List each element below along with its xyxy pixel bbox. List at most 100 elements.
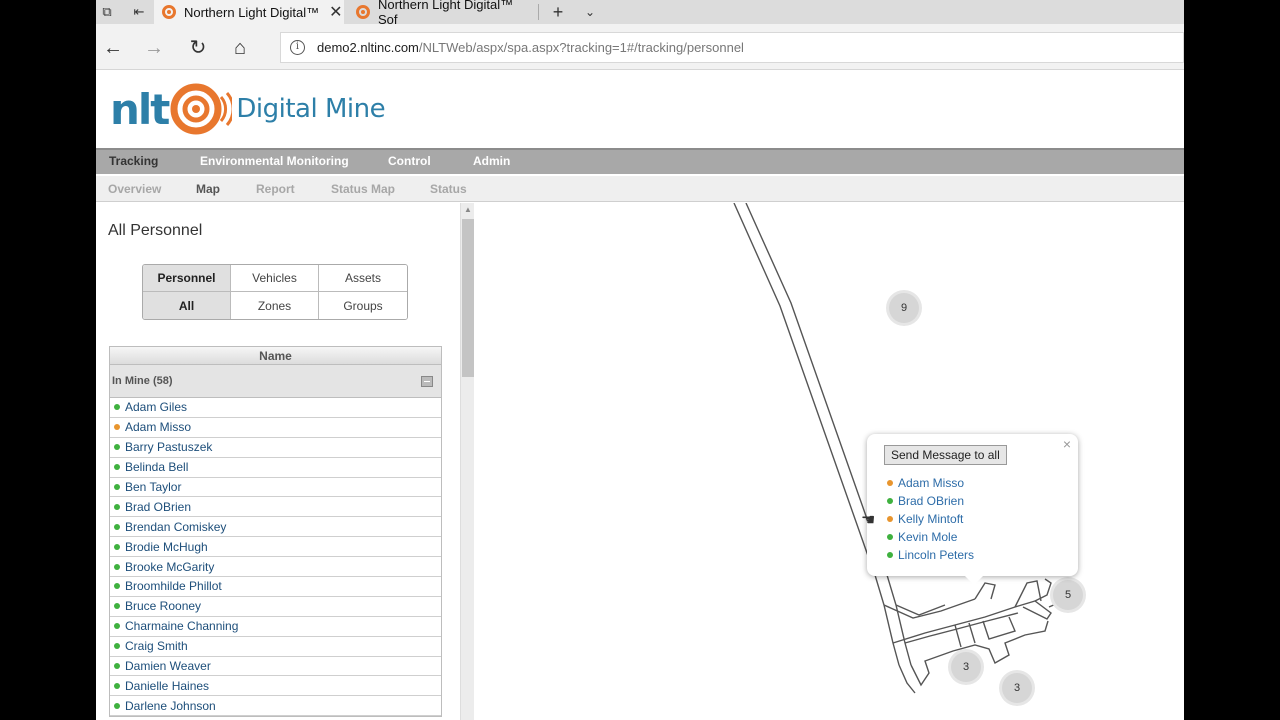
status-dot-icon [114, 464, 120, 471]
url-host: demo2.nltinc.com [317, 40, 419, 55]
person-row[interactable]: Darlene Johnson [110, 696, 441, 717]
status-dot-icon [114, 623, 120, 630]
person-name[interactable]: Brooke McGarity [125, 560, 214, 574]
column-header-name[interactable]: Name [110, 347, 441, 365]
person-row[interactable]: Craig Smith [110, 636, 441, 657]
status-dot-icon [114, 404, 120, 411]
person-name[interactable]: Damien Weaver [125, 659, 211, 673]
person-name[interactable]: Brodie McHugh [125, 540, 208, 554]
person-name[interactable]: Craig Smith [125, 639, 188, 653]
person-name[interactable]: Charmaine Channing [125, 619, 238, 633]
send-message-to-all-button[interactable]: Send Message to all [884, 445, 1007, 465]
map-cluster-marker[interactable]: 3 [951, 652, 981, 682]
address-bar[interactable]: i demo2.nltinc.com/NLTWeb/aspx/spa.aspx?… [280, 32, 1184, 63]
tab-actions-icon[interactable]: ⧉ [98, 3, 116, 21]
person-name[interactable]: Brad OBrien [125, 500, 191, 514]
map-cluster-marker[interactable]: 9 [889, 293, 919, 323]
status-dot-icon [887, 498, 893, 504]
person-row[interactable]: Bruce Rooney [110, 596, 441, 617]
back-icon[interactable]: ← [101, 36, 125, 60]
filter-segments: Personnel Vehicles Assets All Zones Grou… [142, 264, 408, 320]
popup-person-item[interactable]: Adam Misso [887, 474, 974, 492]
popup-person-item[interactable]: Kevin Mole [887, 528, 974, 546]
scroll-up-arrow-icon[interactable]: ▲ [461, 203, 475, 217]
mine-map[interactable]: 9 5 3 3 × Send Message to all Adam Misso… [475, 203, 1184, 720]
person-row[interactable]: Brodie McHugh [110, 537, 441, 558]
person-name[interactable]: Danielle Haines [125, 679, 209, 693]
subnav-map[interactable]: Map [196, 182, 220, 196]
person-row[interactable]: Adam Giles [110, 398, 441, 418]
person-name[interactable]: Adam Misso [125, 420, 191, 434]
popup-person-item[interactable]: Kelly Mintoft [887, 510, 974, 528]
tab-list-chevron-icon[interactable]: ⌄ [581, 3, 599, 21]
close-icon[interactable]: ✕ [329, 2, 342, 22]
person-row[interactable]: Brad OBrien [110, 497, 441, 518]
forward-icon[interactable]: → [142, 36, 166, 60]
popup-person-name[interactable]: Lincoln Peters [898, 548, 974, 562]
nlt-logo[interactable]: nlt Digital Mine [110, 81, 386, 137]
person-row[interactable]: Brendan Comiskey [110, 517, 441, 538]
scrollbar-thumb[interactable] [462, 219, 474, 377]
segment-vehicles[interactable]: Vehicles [231, 265, 319, 292]
person-row[interactable]: Brooke McGarity [110, 557, 441, 578]
tab-northern-light-2[interactable]: Northern Light Digital™ Sof [348, 0, 536, 27]
group-row-in-mine[interactable]: In Mine (58) [110, 365, 441, 398]
mainnav-control[interactable]: Control [388, 154, 431, 168]
segment-assets[interactable]: Assets [319, 265, 407, 292]
popup-person-item[interactable]: Brad OBrien [887, 492, 974, 510]
popup-person-name[interactable]: Brad OBrien [898, 494, 964, 508]
home-icon[interactable]: ⌂ [228, 36, 252, 60]
subnav-overview[interactable]: Overview [108, 182, 161, 196]
status-dot-icon [114, 682, 120, 689]
person-row[interactable]: Damien Weaver [110, 656, 441, 677]
person-row[interactable]: Barry Pastuszek [110, 437, 441, 458]
info-icon[interactable]: i [290, 40, 305, 55]
segment-groups[interactable]: Groups [319, 292, 407, 319]
panel-scrollbar[interactable]: ▲ [460, 203, 474, 720]
segment-all[interactable]: All [143, 292, 231, 319]
popup-person-item[interactable]: Lincoln Peters [887, 546, 974, 564]
person-name[interactable]: Brendan Comiskey [125, 520, 226, 534]
nlt-favicon-icon [162, 5, 176, 19]
person-name[interactable]: Barry Pastuszek [125, 440, 212, 454]
set-aside-tabs-icon[interactable]: ⇤ [130, 3, 148, 21]
popup-person-name[interactable]: Kelly Mintoft [898, 512, 963, 526]
subnav-report[interactable]: Report [256, 182, 295, 196]
person-name[interactable]: Broomhilde Phillot [125, 579, 222, 593]
person-name[interactable]: Adam Giles [125, 400, 187, 414]
person-row[interactable]: Adam Misso [110, 417, 441, 438]
status-dot-icon [114, 543, 120, 550]
segment-zones[interactable]: Zones [231, 292, 319, 319]
status-dot-icon [114, 643, 120, 650]
person-row[interactable]: Belinda Bell [110, 457, 441, 478]
popup-person-name[interactable]: Kevin Mole [898, 530, 957, 544]
person-name[interactable]: Ben Taylor [125, 480, 181, 494]
navigation-bar: ← → ↻ ⌂ i demo2.nltinc.com/NLTWeb/aspx/s… [96, 24, 1184, 70]
collapse-icon[interactable] [421, 376, 433, 387]
subnav-status-map[interactable]: Status Map [331, 182, 395, 196]
new-tab-button[interactable]: + [549, 3, 567, 21]
person-row[interactable]: Broomhilde Phillot [110, 577, 441, 597]
person-name[interactable]: Belinda Bell [125, 460, 188, 474]
tab-northern-light-1[interactable]: Northern Light Digital™ ✕ [154, 0, 344, 24]
person-row[interactable]: Charmaine Channing [110, 616, 441, 637]
status-dot-icon [114, 603, 120, 610]
person-row[interactable]: Ben Taylor [110, 477, 441, 498]
mainnav-admin[interactable]: Admin [473, 154, 510, 168]
person-row[interactable]: Danielle Haines [110, 676, 441, 697]
refresh-icon[interactable]: ↻ [186, 36, 210, 60]
tab-bar: ⧉ ⇤ Northern Light Digital™ ✕ Northern L… [96, 0, 1184, 27]
map-cluster-marker[interactable]: 3 [1002, 673, 1032, 703]
mainnav-environmental-monitoring[interactable]: Environmental Monitoring [200, 154, 349, 168]
popup-person-list: Adam Misso Brad OBrien Kelly Mintoft Kevin … [887, 474, 974, 564]
mainnav-tracking[interactable]: Tracking [109, 154, 158, 168]
close-icon[interactable]: × [1063, 436, 1071, 452]
segment-personnel[interactable]: Personnel [143, 265, 231, 292]
subnav-status[interactable]: Status [430, 182, 467, 196]
tab-title: Northern Light Digital™ [184, 4, 320, 20]
map-cluster-marker[interactable]: 5 [1053, 580, 1083, 610]
status-dot-icon [114, 702, 120, 709]
person-name[interactable]: Darlene Johnson [125, 699, 216, 713]
popup-person-name[interactable]: Adam Misso [898, 476, 964, 490]
person-name[interactable]: Bruce Rooney [125, 599, 201, 613]
